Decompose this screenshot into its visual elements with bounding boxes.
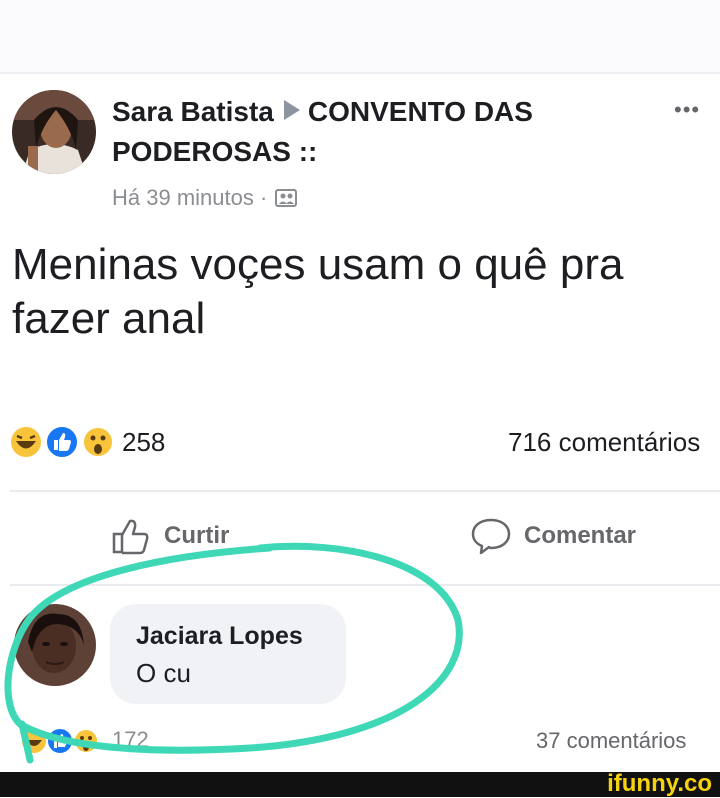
commenter-avatar[interactable] — [14, 604, 96, 686]
comment-label: Comentar — [524, 522, 637, 549]
wow-icon — [82, 426, 114, 458]
comment-bubble[interactable]: Jaciara Lopes O cu — [110, 604, 346, 704]
comment-icon — [471, 518, 511, 555]
post-text-line-1: Meninas voçes usam o quê pra — [12, 240, 624, 289]
reactions-count[interactable]: 258 — [122, 426, 165, 458]
haha-icon — [22, 729, 46, 753]
post-comments-count[interactable]: 716 comentários — [508, 426, 700, 458]
like-label: Curtir — [164, 522, 230, 549]
more-options-icon[interactable]: ••• — [674, 98, 710, 122]
post-meta: Há 39 minutos · — [112, 184, 298, 212]
haha-icon — [11, 427, 41, 457]
comment-reactions[interactable]: 172 — [20, 726, 200, 756]
comment-reaction-icons — [22, 727, 99, 755]
post-author-name[interactable]: Sara Batista — [112, 96, 274, 127]
comment-text: O cu — [136, 658, 191, 688]
reaction-icons — [10, 424, 114, 460]
comment-button[interactable]: Comentar — [470, 516, 636, 556]
divider — [10, 490, 720, 492]
thumbs-up-icon — [112, 519, 149, 555]
comment-reactions-count[interactable]: 172 — [112, 726, 149, 754]
post-author-avatar[interactable] — [12, 90, 96, 174]
divider — [10, 584, 720, 586]
watermark: ifunny.co — [607, 770, 712, 797]
like-icon — [46, 727, 74, 755]
arrow-right-icon — [283, 100, 300, 120]
comment-author-name[interactable]: Jaciara Lopes — [136, 622, 303, 651]
footer-bar: ifunny.co — [0, 770, 720, 797]
top-strip — [0, 0, 720, 72]
post-timestamp[interactable]: Há 39 minutos · — [112, 185, 267, 210]
like-button[interactable]: Curtir — [110, 516, 229, 556]
like-icon — [45, 425, 79, 459]
wow-icon — [73, 728, 99, 754]
post-text-line-2: fazer anal — [12, 294, 206, 343]
post-header: Sara Batista CONVENTO DAS PODEROSAS :: — [112, 92, 632, 172]
top-divider — [0, 72, 720, 74]
group-audience-icon — [275, 186, 298, 207]
comment-replies-count[interactable]: 37 comentários — [536, 728, 686, 754]
post-body: Meninas voçes usam o quê pra fazer anal — [12, 238, 720, 346]
